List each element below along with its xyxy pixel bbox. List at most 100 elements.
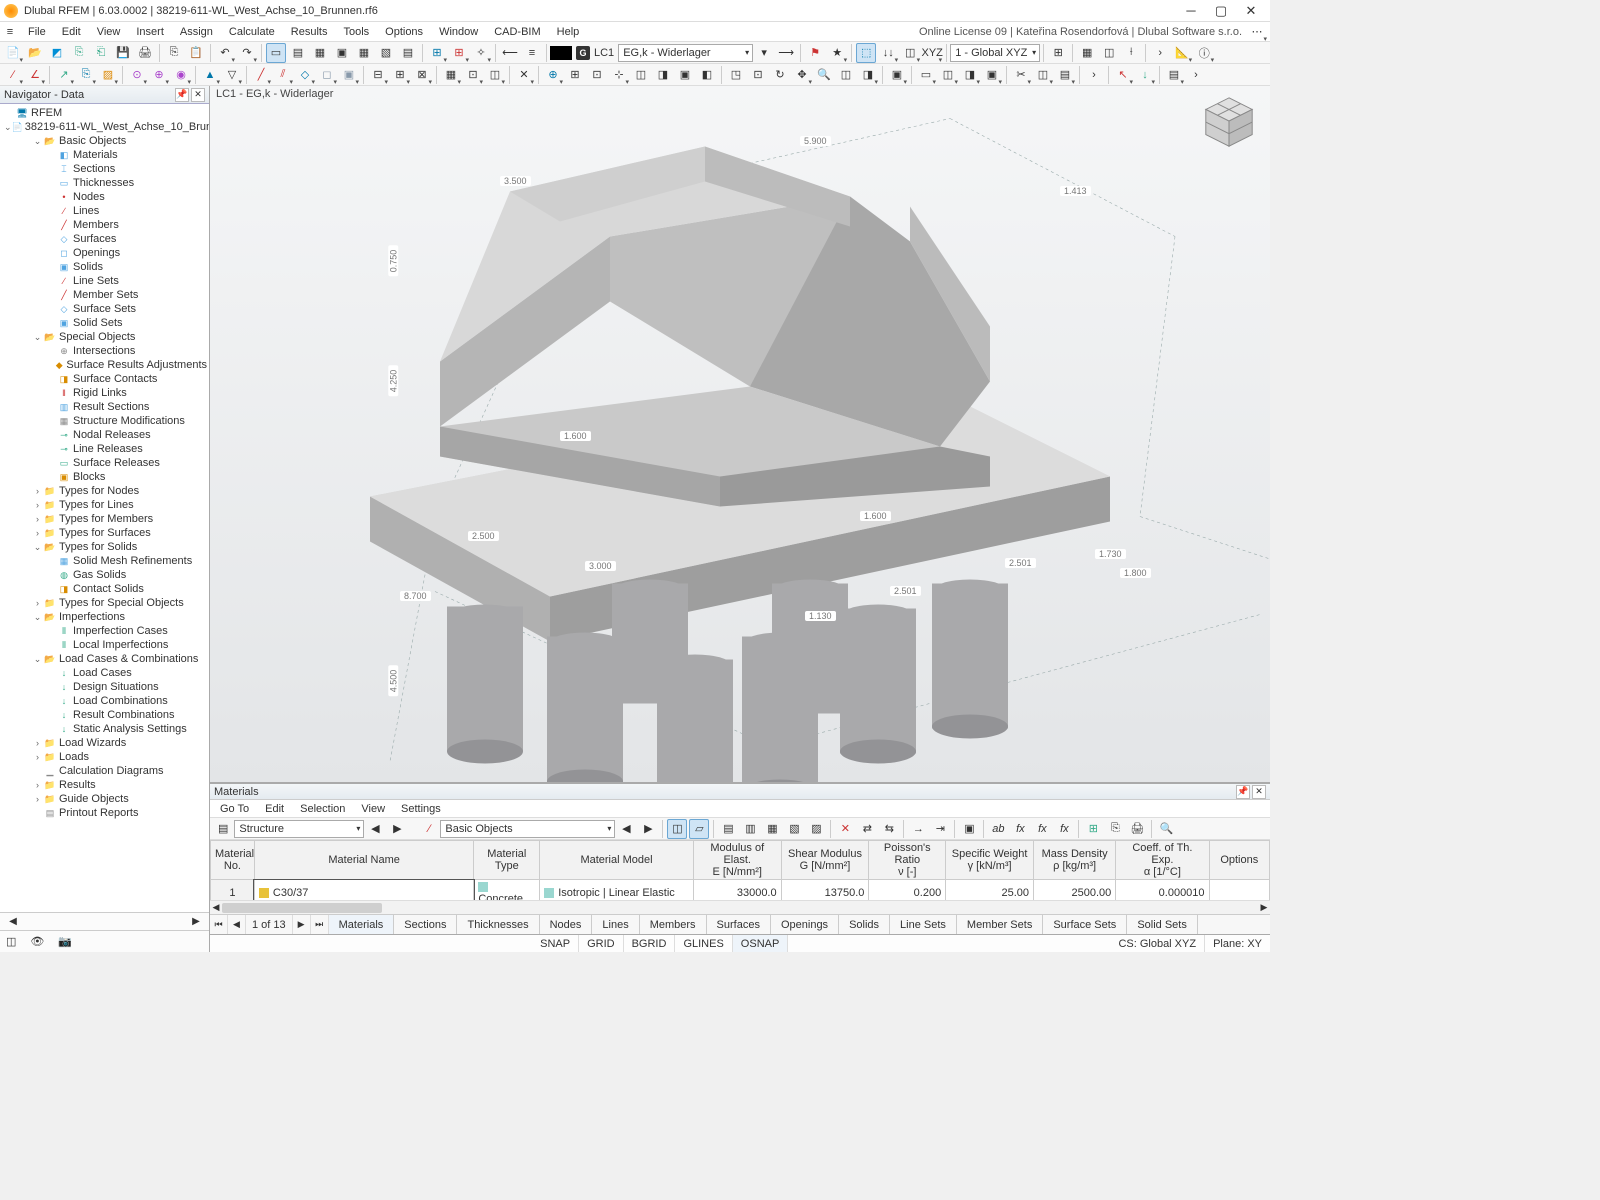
mat-tool-sel[interactable]: ◫ — [667, 819, 687, 839]
bottom-tab[interactable]: Surfaces — [707, 915, 771, 934]
table-header[interactable]: Modulus of Elast.E [N/mm²] — [693, 841, 781, 880]
tree-item[interactable]: ⌄📂Special Objects — [0, 330, 209, 344]
tb-show-loads[interactable]: ↓↓ — [878, 43, 898, 63]
tb-export[interactable]: ⎗ — [91, 43, 111, 63]
tab-nav-button[interactable]: ◀ — [228, 915, 246, 934]
tree-item[interactable]: ↓Result Combinations — [0, 708, 209, 722]
tree-item[interactable]: ↓Design Situations — [0, 680, 209, 694]
tb-dim[interactable]: ⟊ — [1121, 43, 1141, 63]
tb-result-filter[interactable]: ★ — [827, 43, 847, 63]
nav-footer-btn3[interactable]: 📷 — [58, 935, 72, 948]
table-header[interactable]: Shear ModulusG [N/mm²] — [781, 841, 869, 880]
tb-save[interactable]: 💾 — [113, 43, 133, 63]
tree-item[interactable]: ›📁Types for Nodes — [0, 484, 209, 498]
tb-cs-combo[interactable]: 1 - Global XYZ — [950, 44, 1040, 62]
status-bgrid[interactable]: BGRID — [624, 935, 676, 952]
tree-item[interactable]: ╱Member Sets — [0, 288, 209, 302]
tb2-eccentricity[interactable]: ▦ — [441, 65, 461, 85]
mat-tool-find[interactable]: 🔍 — [1156, 819, 1176, 839]
bottom-tab[interactable]: Openings — [771, 915, 839, 934]
tb2-front[interactable]: ▣ — [675, 65, 695, 85]
menu-assign[interactable]: Assign — [172, 24, 221, 40]
tree-item[interactable]: ◨Surface Contacts — [0, 372, 209, 386]
tb2-zoom[interactable]: 🔍 — [814, 65, 834, 85]
tree-item[interactable]: ∕Line Sets — [0, 274, 209, 288]
tree-item[interactable]: ↓Load Cases — [0, 666, 209, 680]
bottom-tab[interactable]: Line Sets — [890, 915, 957, 934]
tb-result-flag[interactable]: ⚑ — [805, 43, 825, 63]
mat-tool-fx3[interactable]: fx — [1032, 819, 1052, 839]
tree-item[interactable]: 🖥RFEM — [0, 106, 209, 120]
tb2-side[interactable]: ◧ — [697, 65, 717, 85]
tb2-support2[interactable]: ▽ — [222, 65, 242, 85]
tree-item[interactable]: ↓Load Combinations — [0, 694, 209, 708]
mat-basic-combo[interactable]: Basic Objects — [440, 820, 615, 838]
tb-mesh[interactable]: ⊞ — [427, 43, 447, 63]
tb2-node3[interactable]: ◉ — [171, 65, 191, 85]
menu-results[interactable]: Results — [283, 24, 336, 40]
mat-next2[interactable]: ▶ — [638, 819, 658, 839]
menu-file[interactable]: File — [20, 24, 54, 40]
tb2-line[interactable]: ∕ — [3, 65, 23, 85]
bottom-tab[interactable]: Sections — [394, 915, 457, 934]
tb-color-swatch[interactable] — [550, 46, 572, 60]
tree-item[interactable]: ▦Solid Mesh Refinements — [0, 554, 209, 568]
tree-item[interactable]: ▭Surface Releases — [0, 456, 209, 470]
mat-tool-1[interactable]: ▤ — [718, 819, 738, 839]
mat-next[interactable]: ▶ — [387, 819, 407, 839]
bottom-tab[interactable]: Thicknesses — [457, 915, 539, 934]
tree-item[interactable]: ▭Thicknesses — [0, 176, 209, 190]
mat-struct-combo[interactable]: Structure — [234, 820, 364, 838]
tb2-sel2[interactable]: ◫ — [938, 65, 958, 85]
menu-help[interactable]: Help — [549, 24, 588, 40]
status-glines[interactable]: GLINES — [675, 935, 732, 952]
mat-tool-print[interactable]: 🖨 — [1127, 819, 1147, 839]
close-button[interactable]: ✕ — [1236, 0, 1266, 22]
tb2-axes[interactable]: ⊹ — [609, 65, 629, 85]
nav-cube[interactable] — [1200, 94, 1258, 152]
minimize-button[interactable]: ─ — [1176, 0, 1206, 22]
tb-print[interactable]: 🖨 — [135, 43, 155, 63]
tb2-release[interactable]: ✕ — [514, 65, 534, 85]
table-header[interactable]: Poisson's Ratioν [-] — [869, 841, 946, 880]
tree-item[interactable]: ⌄📂Imperfections — [0, 610, 209, 624]
mat-prev[interactable]: ◀ — [365, 819, 385, 839]
license-dropdown[interactable]: ⋯ — [1247, 22, 1267, 42]
menu-calculate[interactable]: Calculate — [221, 24, 283, 40]
mat-tool-10[interactable]: ▣ — [959, 819, 979, 839]
bottom-tab[interactable]: Nodes — [540, 915, 593, 934]
tree-item[interactable]: ⌄📂Basic Objects — [0, 134, 209, 148]
materials-pin-button[interactable]: 📌 — [1236, 785, 1250, 799]
bottom-tab[interactable]: Solid Sets — [1127, 915, 1198, 934]
tree-item[interactable]: ▁Calculation Diagrams — [0, 764, 209, 778]
tb2-mirror[interactable]: ▨ — [98, 65, 118, 85]
tb2-grid-toggle2[interactable]: ⊡ — [587, 65, 607, 85]
mat-tool-8[interactable]: → — [908, 819, 928, 839]
tb2-report[interactable]: ▤ — [1164, 65, 1184, 85]
tree-item[interactable]: ▣Solids — [0, 260, 209, 274]
mat-prev2[interactable]: ◀ — [616, 819, 636, 839]
table-header[interactable]: Options — [1209, 841, 1269, 880]
menu-edit[interactable]: Edit — [54, 24, 89, 40]
mat-tool-2[interactable]: ▥ — [740, 819, 760, 839]
tree-item[interactable]: ›📁Load Wizards — [0, 736, 209, 750]
tb2-rigid-link[interactable]: ◫ — [485, 65, 505, 85]
mat-menu-goto[interactable]: Go To — [212, 802, 257, 816]
tb-view-1[interactable]: ▣ — [332, 43, 352, 63]
tree-item[interactable]: ◇Surface Sets — [0, 302, 209, 316]
tb-prev-lc[interactable]: ⟵ — [500, 43, 520, 63]
mat-menu-view[interactable]: View — [353, 802, 393, 816]
tree-item[interactable]: ▣Solid Sets — [0, 316, 209, 330]
tree-item[interactable]: ⊸Line Releases — [0, 442, 209, 456]
mat-tool-fx4[interactable]: fx — [1054, 819, 1074, 839]
tb-open[interactable]: 📂 — [25, 43, 45, 63]
table-header[interactable]: MaterialType — [474, 841, 540, 880]
tb-iso-view[interactable]: ⬚ — [856, 43, 876, 63]
tb-info[interactable]: ⓘ — [1194, 43, 1214, 63]
tree-item[interactable]: ›📁Types for Lines — [0, 498, 209, 512]
tb2-rotate[interactable]: ↻ — [770, 65, 790, 85]
tb2-zoom-sel[interactable]: ◳ — [726, 65, 746, 85]
mat-tool-3[interactable]: ▦ — [762, 819, 782, 839]
scroll-left-icon[interactable]: ◀ — [4, 916, 22, 927]
tb2-copy[interactable]: ⎘ — [76, 65, 96, 85]
